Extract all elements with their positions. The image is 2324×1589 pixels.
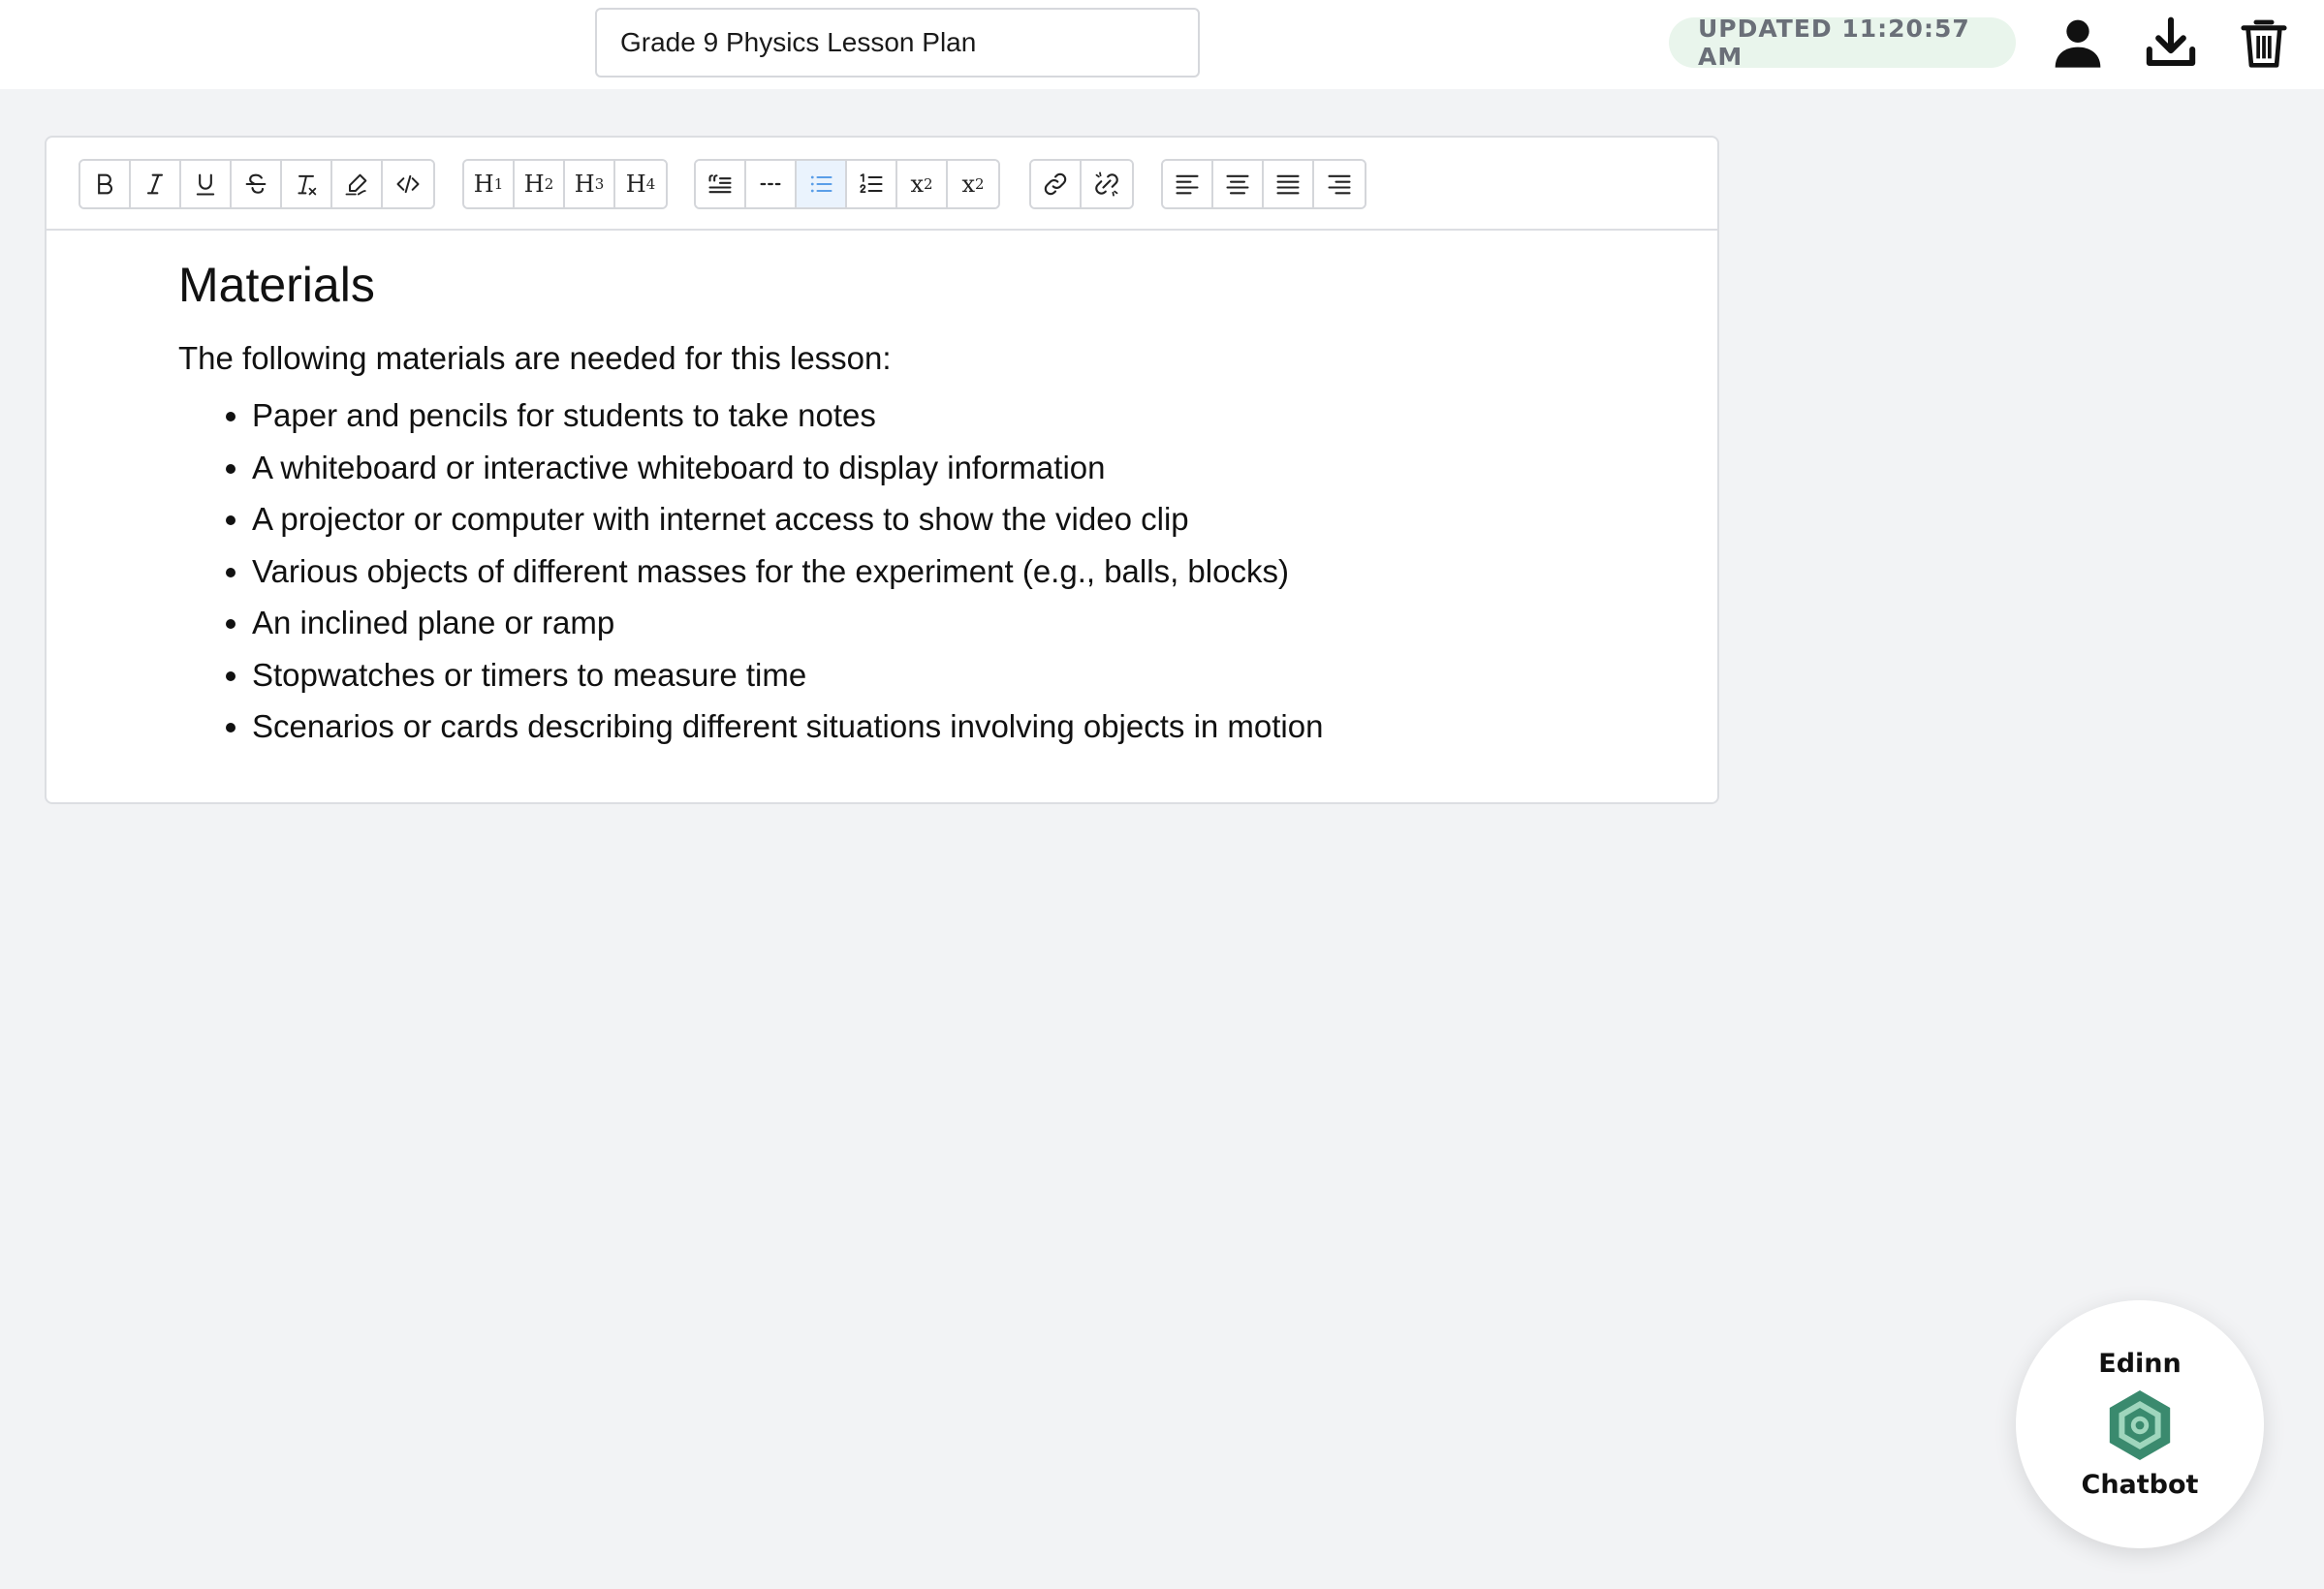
toolbar-group-blocks: x2 x2 (694, 159, 1000, 209)
editor: H1 H2 H3 H4 x2 x2 Materials The followin… (45, 136, 1719, 804)
toolbar-group-align (1161, 159, 1366, 209)
list-item[interactable]: A whiteboard or interactive whiteboard t… (252, 442, 1679, 494)
horizontal-rule-icon[interactable] (746, 161, 797, 207)
trash-icon[interactable] (2235, 14, 2293, 72)
hexagon-logo-icon (2109, 1390, 2171, 1460)
document-intro[interactable]: The following materials are needed for t… (178, 337, 1679, 380)
subscript-button[interactable]: x2 (897, 161, 948, 207)
document-content[interactable]: Materials The following materials are ne… (178, 254, 1679, 753)
document-heading[interactable]: Materials (178, 254, 1679, 316)
clear-format-icon[interactable] (282, 161, 332, 207)
italic-icon[interactable] (131, 161, 181, 207)
list-item[interactable]: Stopwatches or timers to measure time (252, 649, 1679, 701)
superscript-button[interactable]: x2 (948, 161, 998, 207)
list-item[interactable]: Paper and pencils for students to take n… (252, 389, 1679, 442)
heading-3-button[interactable]: H3 (565, 161, 615, 207)
materials-list: Paper and pencils for students to take n… (178, 389, 1679, 753)
toolbar-group-format (79, 159, 435, 209)
highlight-icon[interactable] (332, 161, 383, 207)
strikethrough-icon[interactable] (232, 161, 282, 207)
heading-4-button[interactable]: H4 (615, 161, 666, 207)
align-left-icon[interactable] (1163, 161, 1213, 207)
list-item[interactable]: A projector or computer with internet ac… (252, 493, 1679, 545)
ordered-list-icon[interactable] (847, 161, 897, 207)
status-badge: UPDATED 11:20:57 AM (1669, 15, 2016, 71)
blockquote-icon[interactable] (696, 161, 746, 207)
toolbar-group-links (1029, 159, 1134, 209)
editor-toolbar: H1 H2 H3 H4 x2 x2 (47, 138, 1717, 231)
toolbar-group-headings: H1 H2 H3 H4 (462, 159, 668, 209)
chatbot-bottom-label: Chatbot (2081, 1470, 2199, 1500)
align-justify-icon[interactable] (1264, 161, 1314, 207)
align-center-icon[interactable] (1213, 161, 1264, 207)
download-icon[interactable] (2142, 14, 2200, 72)
unlink-icon[interactable] (1082, 161, 1132, 207)
document-title-input[interactable] (595, 8, 1200, 78)
link-icon[interactable] (1031, 161, 1082, 207)
list-item[interactable]: An inclined plane or ramp (252, 597, 1679, 649)
align-right-icon[interactable] (1314, 161, 1365, 207)
underline-icon[interactable] (181, 161, 232, 207)
top-bar: UPDATED 11:20:57 AM (0, 0, 2324, 89)
chatbot-top-label: Edinn (2098, 1349, 2182, 1379)
chatbot-button[interactable]: Edinn Chatbot (2016, 1300, 2264, 1548)
heading-2-button[interactable]: H2 (515, 161, 565, 207)
heading-1-button[interactable]: H1 (464, 161, 515, 207)
bold-icon[interactable] (80, 161, 131, 207)
bullet-list-icon[interactable] (797, 161, 847, 207)
list-item[interactable]: Various objects of different masses for … (252, 545, 1679, 598)
list-item[interactable]: Scenarios or cards describing different … (252, 701, 1679, 753)
user-icon[interactable] (2049, 14, 2107, 72)
code-icon[interactable] (383, 161, 433, 207)
